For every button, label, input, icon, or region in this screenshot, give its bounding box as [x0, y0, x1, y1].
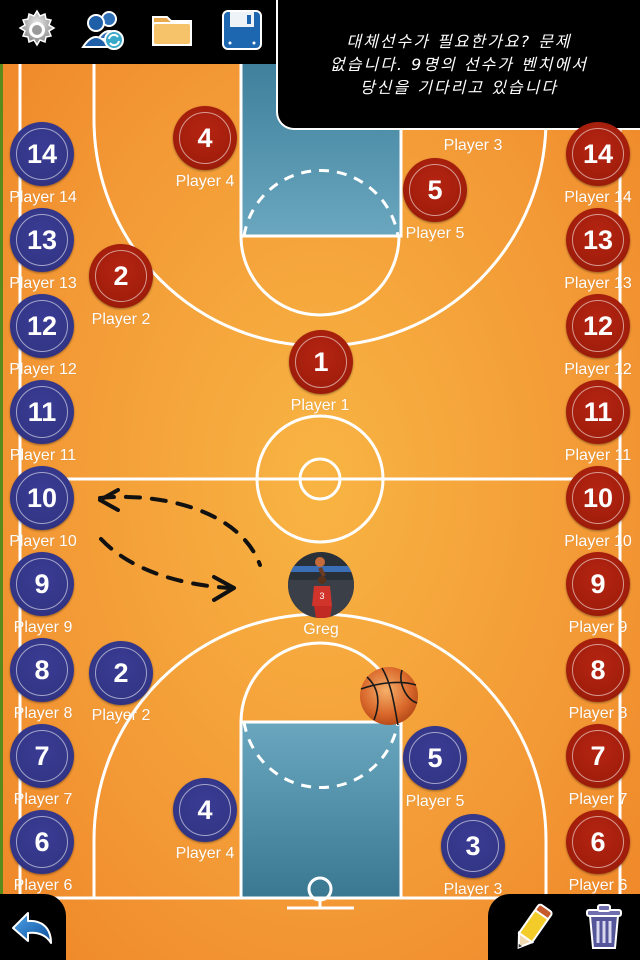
chip-number: 6 — [590, 826, 606, 857]
red-bench-player-chip[interactable]: 7 — [566, 724, 630, 788]
red-bench-player-chip[interactable]: 12 — [566, 294, 630, 358]
red-player-chip[interactable]: 5 — [403, 158, 467, 222]
blue-bench-player-chip[interactable]: 14 — [10, 122, 74, 186]
player-photo: 3 — [288, 552, 354, 618]
undo-button[interactable] — [10, 908, 54, 953]
red-player-chip[interactable]: 4 — [173, 106, 237, 170]
photo-player-chip[interactable]: 3 — [288, 552, 354, 618]
tip-line: 대체선수가 필요한가요? 문제 — [346, 32, 572, 51]
chip-number: 9 — [34, 568, 50, 599]
players-button[interactable] — [80, 6, 128, 54]
save-button[interactable] — [218, 6, 266, 54]
blue-bench-player-chip[interactable]: 12 — [10, 294, 74, 358]
settings-button[interactable] — [13, 6, 61, 54]
draw-button[interactable] — [510, 900, 556, 959]
jersey-number: 3 — [319, 591, 324, 601]
users-sync-icon — [81, 11, 124, 50]
red-bench-player-chip[interactable]: 8 — [566, 638, 630, 702]
clear-button[interactable] — [584, 902, 624, 957]
blue-player-chip[interactable]: 5 — [403, 726, 467, 790]
blue-bench-player-chip[interactable]: 9 — [10, 552, 74, 616]
tip-line: 당신을 기다리고 있습니다 — [359, 78, 559, 97]
chip-number: 12 — [26, 310, 58, 341]
top-toolbar — [0, 0, 280, 64]
bottom-right-bar — [488, 894, 640, 960]
chip-number: 9 — [590, 568, 606, 599]
folder-icon — [152, 16, 192, 46]
blue-player-chip[interactable]: 4 — [173, 778, 237, 842]
basketball-icon — [360, 667, 418, 726]
chip-number: 2 — [113, 260, 129, 291]
chip-number: 11 — [583, 396, 613, 427]
blue-bench-player-chip[interactable]: 8 — [10, 638, 74, 702]
chip-number: 1 — [313, 346, 329, 377]
chip-number: 13 — [26, 224, 58, 255]
chip-number: 6 — [34, 826, 50, 857]
chip-number: 10 — [26, 482, 58, 513]
chip-number: 14 — [582, 138, 614, 169]
court-edge — [0, 60, 3, 900]
blue-bench-player-chip[interactable]: 10 — [10, 466, 74, 530]
chip-number: 7 — [590, 740, 606, 771]
blue-player-chip[interactable]: 2 — [89, 641, 153, 705]
red-bench-player-chip[interactable]: 11 — [566, 380, 630, 444]
chip-number: 5 — [427, 174, 443, 205]
chip-number: 11 — [27, 396, 57, 427]
bottom-paint — [239, 720, 403, 900]
chip-number: 5 — [427, 742, 443, 773]
chip-number: 4 — [197, 122, 213, 153]
red-bench-player-chip[interactable]: 6 — [566, 810, 630, 874]
chip-number: 7 — [34, 740, 50, 771]
red-player-chip[interactable]: 2 — [89, 244, 153, 308]
red-bench-player-chip[interactable]: 9 — [566, 552, 630, 616]
open-button[interactable] — [148, 6, 196, 54]
blue-bench-player-chip[interactable]: 7 — [10, 724, 74, 788]
chip-number: 8 — [34, 654, 50, 685]
red-bench-player-chip[interactable]: 13 — [566, 208, 630, 272]
trash-icon — [586, 904, 622, 949]
chip-number: 8 — [590, 654, 606, 685]
tip-banner: 대체선수가 필요한가요? 문제 없습니다. 9명의 선수가 벤치에서 당신을 기… — [276, 0, 640, 130]
chip-number: 10 — [582, 482, 614, 513]
chip-number: 4 — [197, 794, 213, 825]
chip-number: 3 — [465, 830, 481, 861]
red-bench-player-chip[interactable]: 14 — [566, 122, 630, 186]
chip-number: 13 — [582, 224, 614, 255]
chip-number: 12 — [582, 310, 614, 341]
basketball[interactable] — [358, 665, 420, 727]
red-player-chip[interactable]: 1 — [289, 330, 353, 394]
blue-bench-player-chip[interactable]: 11 — [10, 380, 74, 444]
blue-player-chip[interactable]: 3 — [441, 814, 505, 878]
pencil-icon — [517, 903, 553, 949]
gear-icon — [18, 9, 56, 47]
blue-bench-player-chip[interactable]: 13 — [10, 208, 74, 272]
tip-line: 없습니다. 9명의 선수가 벤치에서 — [330, 55, 588, 74]
chip-number: 2 — [113, 657, 129, 688]
bottom-left-bar — [0, 894, 66, 960]
undo-arrow-icon — [12, 912, 52, 944]
floppy-disk-icon — [222, 10, 262, 50]
basketball-court[interactable] — [0, 0, 640, 960]
red-bench-player-chip[interactable]: 10 — [566, 466, 630, 530]
blue-bench-player-chip[interactable]: 6 — [10, 810, 74, 874]
chip-number: 14 — [26, 138, 58, 169]
